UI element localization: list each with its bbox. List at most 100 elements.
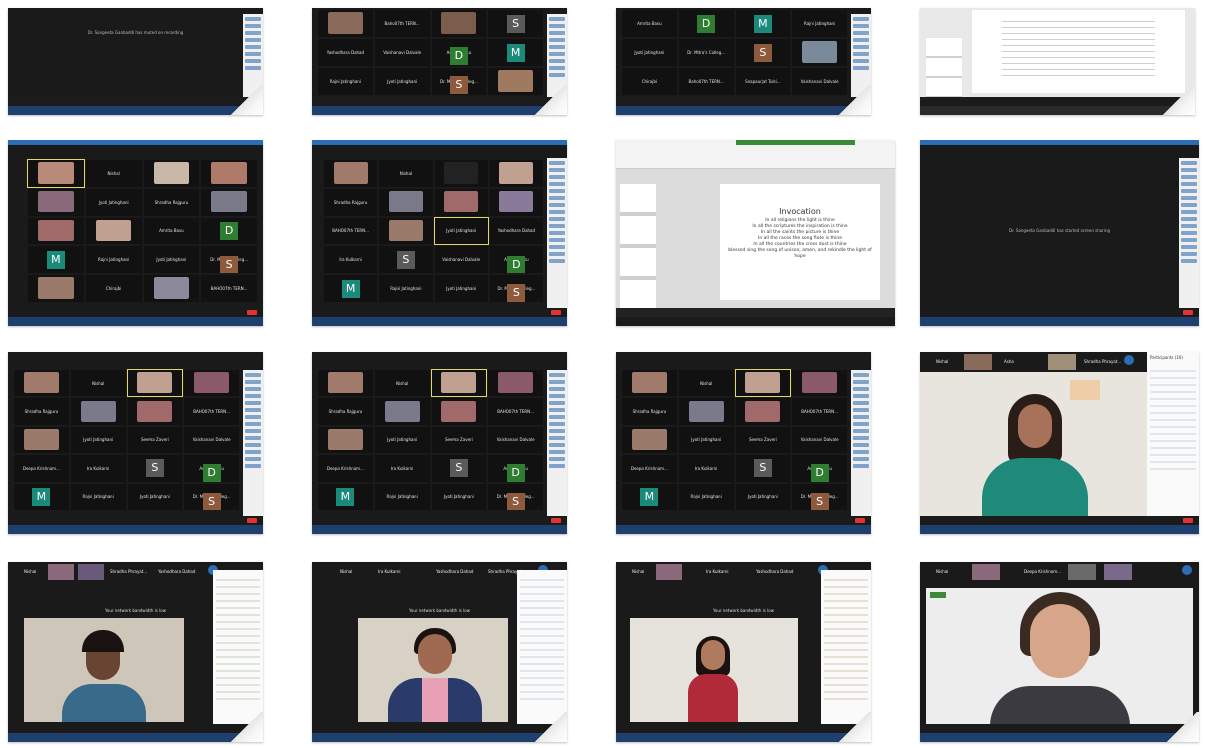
tile-name: Shradha Rajguru — [24, 408, 59, 414]
thumbnail-3[interactable]: Amrita Basu D M Rajni Jatinghani Jyoti J… — [616, 8, 871, 115]
video-tile: Jyoti Jatinghani — [70, 426, 126, 454]
screen-share-message: Dr. Sangeeta Ganbaddi has started screen… — [1008, 228, 1111, 233]
thumbnail-8[interactable]: Dr. Sangeeta Ganbaddi has started screen… — [920, 140, 1199, 326]
video-tile — [374, 398, 430, 425]
end-button[interactable] — [551, 310, 561, 315]
strip-name: Ira Kulkarni — [378, 569, 401, 574]
slide-thumbnails[interactable] — [620, 184, 656, 308]
thumbnail-12[interactable]: Nishal Asha Shradha Phrayat... Participa… — [920, 352, 1199, 534]
end-button[interactable] — [551, 518, 561, 523]
video-tile: Amrita BasuD — [489, 246, 543, 274]
video-tile: Dr. Mitra's Colleg...S — [792, 483, 847, 510]
video-tile — [14, 426, 69, 454]
taskbar — [920, 317, 1199, 326]
meeting-controls[interactable] — [920, 97, 1195, 106]
participants-panel — [851, 370, 871, 516]
strip-name: Yashodhara Dahad — [158, 569, 196, 574]
meeting-controls[interactable] — [920, 308, 1199, 317]
avatar: M — [341, 279, 360, 298]
thumbnail-1[interactable]: Dr. Sangeeta Ganbaddi has muted on recor… — [8, 8, 263, 115]
background-decor — [1070, 380, 1100, 400]
video-tile — [430, 368, 488, 398]
avatar: D — [507, 255, 526, 274]
video-tile — [318, 370, 373, 397]
thumbnail-4[interactable] — [920, 8, 1195, 115]
video-tile: Ira Kulkarni — [324, 246, 378, 274]
speaker-video — [926, 588, 1193, 724]
participants-panel — [547, 370, 567, 516]
meeting-controls[interactable] — [8, 308, 263, 317]
meeting-controls[interactable] — [616, 97, 871, 106]
video-tile: Shradha Rajguru — [318, 398, 373, 425]
video-tile: Seema Zaveri — [431, 426, 487, 454]
meeting-controls[interactable] — [312, 516, 567, 525]
thumbnail-15[interactable]: Nishal Ira Kulkarni Yashodhara Dahad You… — [616, 562, 871, 742]
avatar: D — [506, 464, 525, 482]
meeting-controls[interactable] — [920, 724, 1199, 733]
avatar: S — [507, 284, 526, 302]
thumbnail-7[interactable]: Invocation In all religions the light is… — [616, 140, 895, 326]
tile-name: Nishal — [399, 170, 413, 176]
video-tile: Jyoti Jatinghani — [433, 216, 489, 246]
avatar: S — [449, 75, 468, 94]
thumbnail-2[interactable]: Baho07th TERN... S Yashodhara Dahad Vais… — [312, 8, 567, 115]
meeting-controls[interactable] — [8, 516, 263, 525]
video-tile: Rajni Jatinghani — [678, 483, 734, 510]
tile-name: Jyoti Jatinghani — [387, 437, 418, 443]
tile-name: Deepa Krishnam... — [326, 465, 364, 471]
thumbnail-6[interactable]: Nishal Shradha Rajguru BAHO07th TERN... … — [312, 140, 567, 326]
avatar: S — [753, 43, 772, 62]
meeting-controls[interactable] — [920, 516, 1199, 525]
taskbar — [920, 733, 1199, 742]
end-button[interactable] — [855, 518, 865, 523]
video-tile: Ira Kulkarni — [678, 455, 734, 482]
tile-name: Vaishanavi Dalvale — [442, 257, 481, 263]
thumbnail-14[interactable]: Nishal Ira Kulkarni Yashodhara Dahad Shr… — [312, 562, 567, 742]
avatar: D — [697, 14, 716, 33]
avatar: S — [202, 492, 221, 510]
strip-video — [964, 354, 992, 370]
video-tile — [85, 217, 142, 245]
video-tile: Jyoti Jatinghani — [85, 188, 142, 216]
meeting-controls[interactable] — [312, 97, 567, 106]
strip-video — [1068, 564, 1096, 580]
video-tile: Amrita BasuD — [184, 455, 239, 482]
next-page-icon[interactable] — [1182, 565, 1192, 575]
video-tile — [28, 275, 84, 302]
avatar: S — [449, 459, 468, 478]
tile-name: Rajni Jatinghani — [329, 78, 361, 84]
thumbnail-13[interactable]: Nishal Shradha Phrayat... Yashodhara Dah… — [8, 562, 263, 742]
thumbnail-10[interactable]: Nishal Shradha Rajguru BAHO07th TERN... … — [312, 352, 567, 534]
video-tile: S — [127, 455, 183, 482]
taskbar — [312, 733, 567, 742]
gallery-grid: Baho07th TERN... S Yashodhara Dahad Vais… — [318, 10, 543, 95]
video-tile: Rajni Jatinghani — [70, 483, 126, 510]
speaker-face — [701, 640, 725, 670]
thumbnail-16[interactable]: Nishal Deepa Krishnam... — [920, 562, 1199, 742]
end-button[interactable] — [247, 518, 257, 523]
meeting-controls[interactable] — [616, 308, 895, 317]
thumbnail-5[interactable]: Nishal Jyoti Jatinghani Shradha Rajguru … — [8, 140, 263, 326]
end-button[interactable] — [247, 310, 257, 315]
page-curl — [533, 712, 567, 742]
video-tile — [734, 368, 792, 398]
video-tile: Amrita BasuD — [792, 455, 847, 482]
taskbar — [920, 106, 1195, 115]
tile-name: Rajni Jatinghani — [390, 285, 422, 291]
taskbar — [8, 733, 263, 742]
tile-name: Baho07th TERN... — [688, 78, 724, 84]
video-tile: Jyoti Jatinghani — [127, 483, 183, 510]
meeting-controls[interactable] — [616, 516, 871, 525]
end-button[interactable] — [1183, 310, 1193, 315]
next-page-icon[interactable] — [1124, 355, 1134, 365]
video-tile: S — [431, 455, 487, 482]
video-tile: Deepa Krishnam... — [318, 455, 373, 482]
thumbnail-11[interactable]: Nishal Shradha Rajguru BAHO07th TERN... … — [616, 352, 871, 534]
slide-canvas: Invocation In all religions the light is… — [720, 184, 880, 300]
meeting-controls[interactable] — [8, 97, 263, 106]
meeting-controls[interactable] — [312, 308, 567, 317]
page-curl — [1165, 712, 1199, 742]
thumbnail-9[interactable]: Nishal Shradha Rajguru BAHO07th TERN... … — [8, 352, 263, 534]
video-tile — [318, 10, 373, 37]
end-button[interactable] — [1183, 518, 1193, 523]
